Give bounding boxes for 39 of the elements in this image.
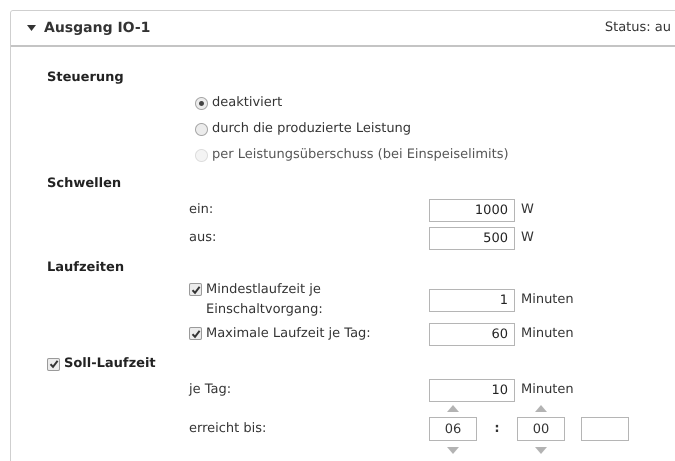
section-title: Steuerung	[47, 69, 124, 88]
unit-label: Minuten	[521, 325, 574, 344]
unit-label: Minuten	[521, 381, 574, 400]
status-text: Status: au	[604, 19, 671, 38]
number-field[interactable]: 1	[429, 288, 515, 312]
radio-label: durch die produzierte Leistung	[212, 120, 412, 138]
checkbox[interactable]	[47, 358, 60, 370]
number-field[interactable]: 1000	[429, 198, 515, 222]
checkbox[interactable]	[189, 283, 202, 296]
field-label: ein:	[189, 201, 214, 219]
field-label: erreicht bis:	[189, 420, 268, 438]
number-field[interactable]: 60	[429, 322, 515, 346]
panel-header[interactable]: Ausgang IO-1 Status: au	[11, 11, 675, 47]
radio-button[interactable]	[195, 96, 208, 110]
radio-label: per Leistungsüberschuss (bei Einspeiselimits)	[212, 146, 509, 164]
section-title: Laufzeiten	[47, 259, 124, 278]
section-title: Schwellen	[47, 175, 122, 194]
field-label: je Tag:	[189, 381, 232, 399]
number-field[interactable]: 10	[429, 378, 515, 402]
hour-field[interactable]: 06	[429, 417, 477, 441]
field-label: Maximale Laufzeit je Tag:	[206, 325, 372, 343]
field-label: aus:	[189, 229, 218, 247]
number-field[interactable]: 500	[429, 226, 515, 250]
spin-up-button[interactable]	[447, 404, 459, 412]
unit-label: Minuten	[521, 291, 574, 310]
section-title: Soll-Laufzeit	[64, 355, 156, 374]
unit-label: W	[521, 229, 534, 248]
radio-button[interactable]	[195, 122, 208, 136]
checkbox[interactable]	[189, 327, 202, 340]
field-label: Mindestlaufzeit je Einschaltvorgang:	[206, 281, 324, 319]
minute-field[interactable]: 00	[517, 417, 565, 441]
spin-up-button[interactable]	[535, 404, 547, 412]
radio-label: deaktiviert	[212, 94, 282, 112]
spin-down-button[interactable]	[447, 446, 459, 454]
time-separator: :	[493, 420, 501, 438]
time-field[interactable]	[581, 417, 629, 441]
unit-label: W	[521, 201, 534, 220]
spin-down-button[interactable]	[535, 446, 547, 454]
panel-title: Ausgang IO-1	[44, 18, 150, 38]
